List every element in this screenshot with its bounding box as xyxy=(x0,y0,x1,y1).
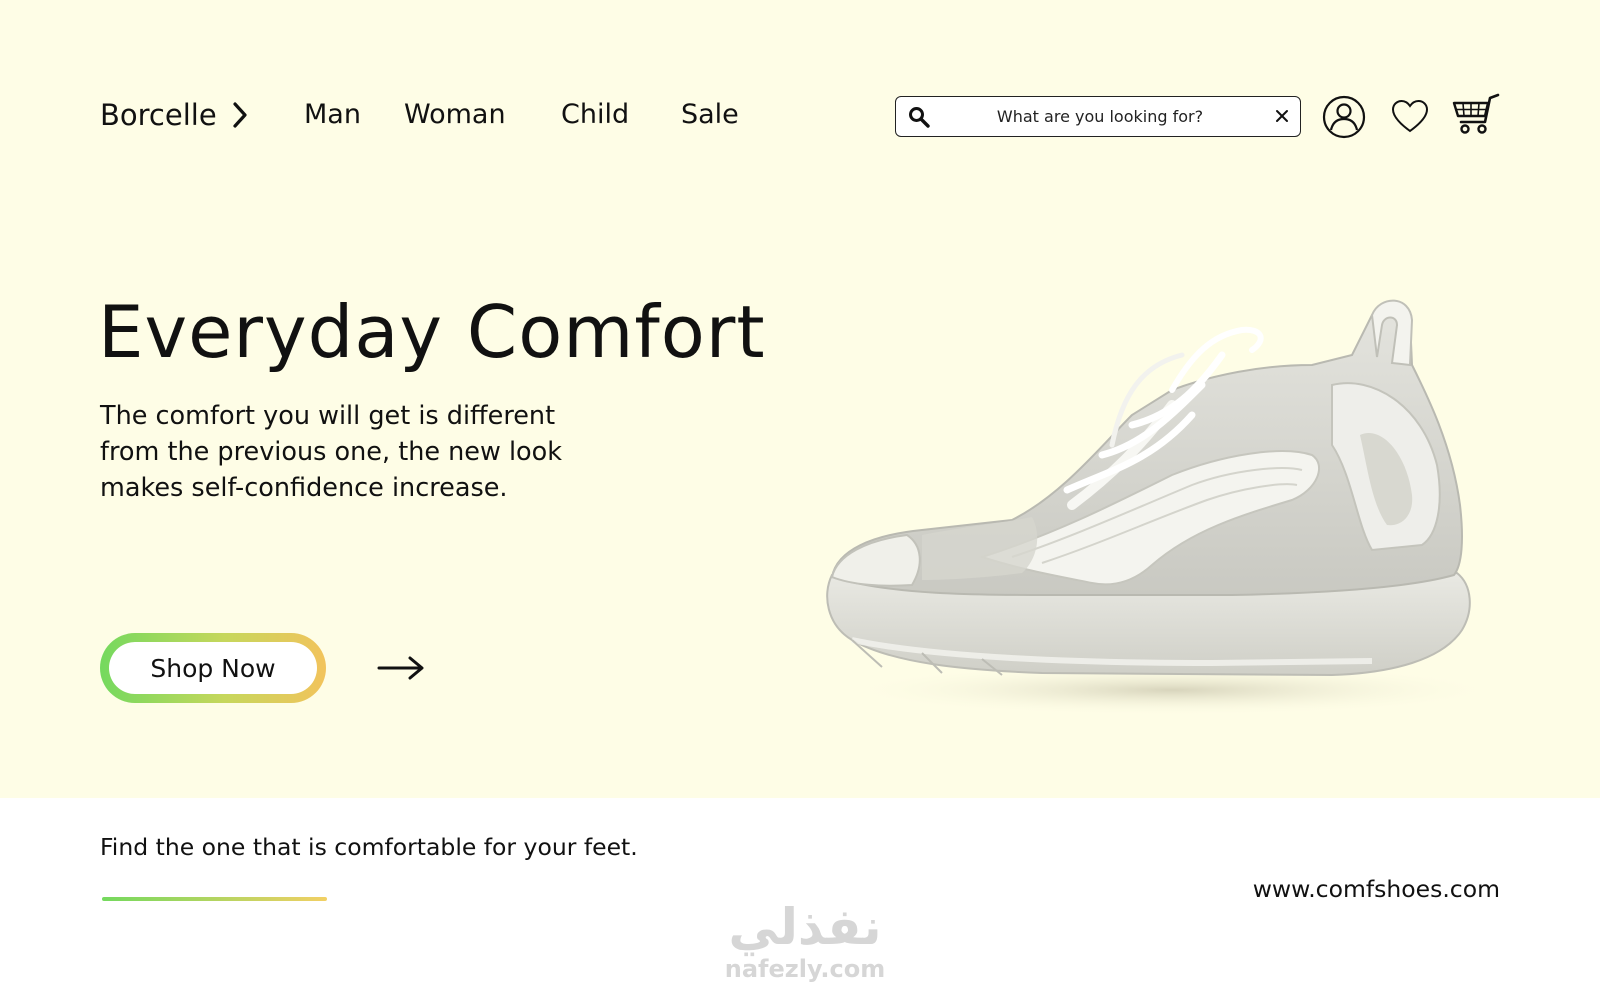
close-icon[interactable] xyxy=(1274,108,1290,124)
search-icon[interactable] xyxy=(908,106,930,128)
watermark-url: nafezly.com xyxy=(724,955,886,983)
user-icon[interactable] xyxy=(1322,95,1366,139)
arrow-right-icon[interactable] xyxy=(377,654,425,682)
shop-now-button[interactable]: Shop Now xyxy=(100,633,326,703)
brand-name: Borcelle xyxy=(100,98,217,132)
chevron-right-icon xyxy=(233,102,247,128)
watermark-logo: نفذلي xyxy=(728,898,882,956)
hero-description: The comfort you will get is different fr… xyxy=(100,401,563,503)
nav-item-sale[interactable]: Sale xyxy=(681,99,739,130)
heart-icon[interactable] xyxy=(1391,99,1429,134)
brand-link[interactable]: Borcelle xyxy=(100,98,249,132)
hero-section: Borcelle Man Woman Child Sale What are y… xyxy=(0,0,1600,798)
search-input[interactable] xyxy=(940,103,1260,130)
search-bar xyxy=(895,96,1301,137)
website-link[interactable]: www.comfshoes.com xyxy=(1253,875,1500,903)
nav-item-man[interactable]: Man xyxy=(304,99,361,130)
hero-title: Everyday Comfort xyxy=(98,290,766,374)
sneaker-product-image xyxy=(826,299,1502,716)
watermark: نفذلي nafezly.com xyxy=(700,900,910,1000)
footer-tagline: Find the one that is comfortable for you… xyxy=(100,833,638,861)
shop-now-label: Shop Now xyxy=(109,642,317,694)
cart-icon[interactable] xyxy=(1452,92,1500,138)
accent-divider xyxy=(102,897,327,901)
nav-item-child[interactable]: Child xyxy=(561,99,629,130)
nav-item-woman[interactable]: Woman xyxy=(404,99,506,130)
